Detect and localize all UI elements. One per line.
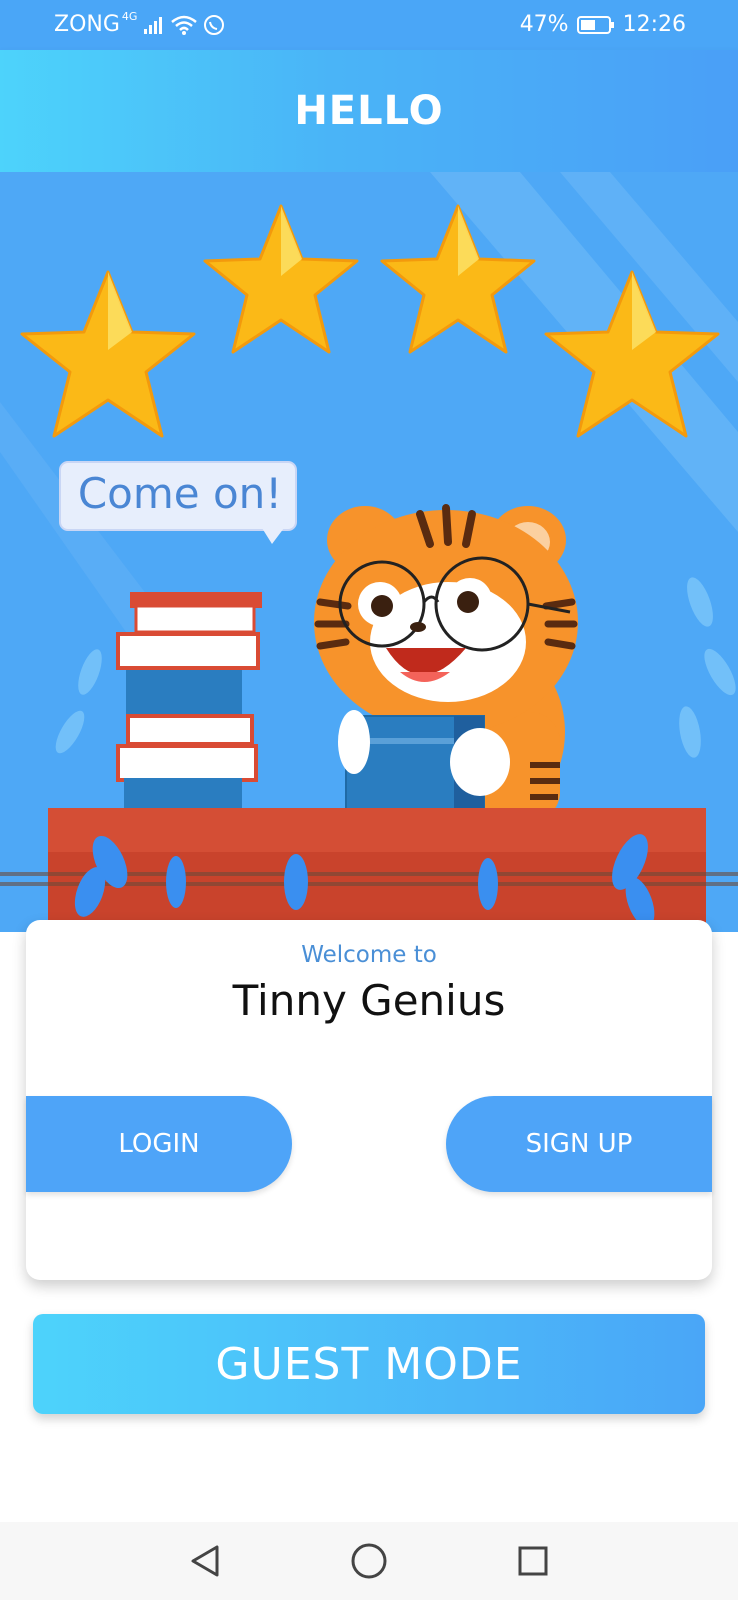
books-stack-icon: [116, 592, 262, 812]
star-icon: [20, 270, 196, 438]
speech-bubble-text: Come on!: [78, 469, 282, 518]
welcome-label: Welcome to: [301, 942, 437, 968]
battery-icon: [576, 15, 614, 34]
guest-mode-button[interactable]: GUEST MODE: [33, 1314, 705, 1414]
welcome-card: Welcome to Tinny Genius LOGIN SIGN UP: [26, 920, 712, 1280]
app-header: HELLO: [0, 50, 738, 172]
clock: 12:26: [622, 12, 686, 37]
hero-scene: Come on!: [0, 172, 738, 932]
whatsapp-icon: [204, 14, 225, 35]
status-right: 47% 12:26: [520, 12, 686, 37]
status-left: ZONG 4G: [54, 10, 225, 37]
network-type: 4G: [121, 10, 138, 23]
back-triangle-icon[interactable]: [183, 1539, 227, 1583]
recents-square-icon[interactable]: [511, 1539, 555, 1583]
status-bar: ZONG 4G 47% 12:26: [0, 0, 738, 50]
system-nav-bar: [0, 1522, 738, 1600]
signal-icon: [144, 16, 163, 34]
carrier-label: ZONG: [54, 12, 120, 37]
guest-mode-label: GUEST MODE: [215, 1338, 523, 1390]
app-name: Tinny Genius: [232, 976, 506, 1025]
star-icon: [203, 204, 359, 354]
hero-illustration: Come on!: [0, 172, 738, 932]
page-title: HELLO: [294, 88, 444, 134]
signup-button-label: SIGN UP: [525, 1129, 633, 1159]
signup-button[interactable]: SIGN UP: [446, 1096, 712, 1192]
tiger-mascot-icon: [314, 504, 578, 832]
wifi-icon: [171, 15, 198, 35]
battery-percent: 47%: [519, 12, 569, 37]
home-circle-icon[interactable]: [347, 1539, 391, 1583]
login-button[interactable]: LOGIN: [26, 1096, 292, 1192]
login-button-label: LOGIN: [118, 1129, 200, 1159]
